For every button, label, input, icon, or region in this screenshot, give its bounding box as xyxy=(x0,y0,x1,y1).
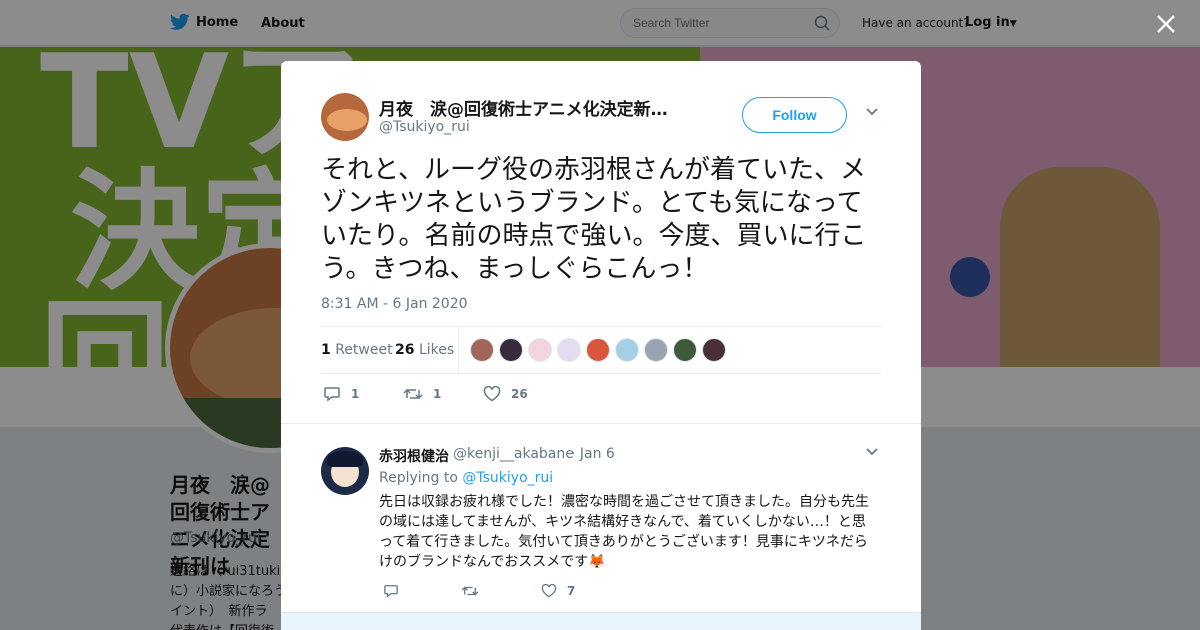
retweet-icon xyxy=(403,388,423,400)
retweet-action[interactable]: 1 xyxy=(403,386,441,402)
liker-avatar[interactable] xyxy=(644,338,668,362)
reply-reply-action[interactable] xyxy=(383,584,409,598)
liker-avatar[interactable] xyxy=(557,338,581,362)
retweet-count: 1 xyxy=(321,342,331,358)
reply-like-action[interactable]: 7 xyxy=(541,584,575,598)
stats-divider xyxy=(458,327,459,374)
close-icon[interactable] xyxy=(1152,10,1180,38)
chevron-down-icon[interactable] xyxy=(865,107,879,117)
reply-author-handle[interactable]: @kenji__akabane xyxy=(453,446,574,462)
liker-avatar[interactable] xyxy=(499,338,523,362)
reply-date[interactable]: · Jan 6 xyxy=(571,446,615,462)
likes-stat-label: Likes xyxy=(418,342,455,358)
liker-avatar[interactable] xyxy=(586,338,610,362)
retweet-stat-label: Retweet xyxy=(335,342,393,358)
reply-icon xyxy=(324,387,340,402)
reply-author-avatar[interactable] xyxy=(321,447,369,495)
tweet-author-name[interactable]: 月夜 涙@回復術士アニメ化決定新… xyxy=(379,95,689,120)
tweet-actions: 1 1 26 xyxy=(321,386,881,406)
reply-text: 先日は収録お疲れ様でした！濃密な時間を過ごさせて頂きました。自分も先生の域には達… xyxy=(379,494,869,570)
liker-avatar[interactable] xyxy=(673,338,697,362)
reply-composer-strip[interactable] xyxy=(281,612,921,630)
likes-stat[interactable]: 26 Likes xyxy=(395,342,454,358)
like-action-count: 26 xyxy=(511,387,528,401)
tweet-text: それと、ルーグ役の赤羽根さんが着ていた、メゾンキツネというブランド。とても気にな… xyxy=(321,155,867,284)
retweet-stat[interactable]: 1 Retweet xyxy=(321,342,393,358)
reply-action[interactable]: 1 xyxy=(323,386,359,402)
reply-like-count: 7 xyxy=(567,584,576,598)
follow-button[interactable]: Follow xyxy=(742,97,847,133)
tweet-author-handle[interactable]: @Tsukiyo_rui xyxy=(379,119,470,135)
reply-actions: 7 xyxy=(379,584,679,604)
liker-avatar[interactable] xyxy=(470,338,494,362)
replying-to: Replying to @Tsukiyo_rui xyxy=(379,470,553,486)
reply-author-name[interactable]: 赤羽根健治 xyxy=(379,446,449,466)
tweet-stats: 1 Retweet 26 Likes xyxy=(321,326,881,374)
reply-count: 1 xyxy=(351,387,360,401)
retweet-icon xyxy=(461,586,479,596)
heart-icon xyxy=(541,584,557,598)
tweet-author-avatar[interactable] xyxy=(321,93,369,141)
like-action[interactable]: 26 xyxy=(483,386,528,402)
tweet-divider xyxy=(281,423,921,424)
tweet-modal: 月夜 涙@回復術士アニメ化決定新… @Tsukiyo_rui Follow それ… xyxy=(281,61,921,630)
chevron-down-icon[interactable] xyxy=(865,447,879,457)
likes-count: 26 xyxy=(395,342,415,358)
avatar-hair-shape xyxy=(327,451,363,467)
retweet-action-count: 1 xyxy=(433,387,442,401)
reply-retweet-action[interactable] xyxy=(461,584,489,598)
tweet-timestamp[interactable]: 8:31 AM - 6 Jan 2020 xyxy=(321,296,468,312)
liker-avatar[interactable] xyxy=(702,338,726,362)
heart-icon xyxy=(483,386,501,402)
liker-avatar[interactable] xyxy=(615,338,639,362)
replying-to-label: Replying to xyxy=(379,470,458,486)
replying-to-link[interactable]: @Tsukiyo_rui xyxy=(462,470,553,486)
liker-avatar[interactable] xyxy=(528,338,552,362)
likers-avatars xyxy=(470,338,726,362)
reply-icon xyxy=(384,585,398,598)
avatar-fox-shape xyxy=(327,109,367,131)
